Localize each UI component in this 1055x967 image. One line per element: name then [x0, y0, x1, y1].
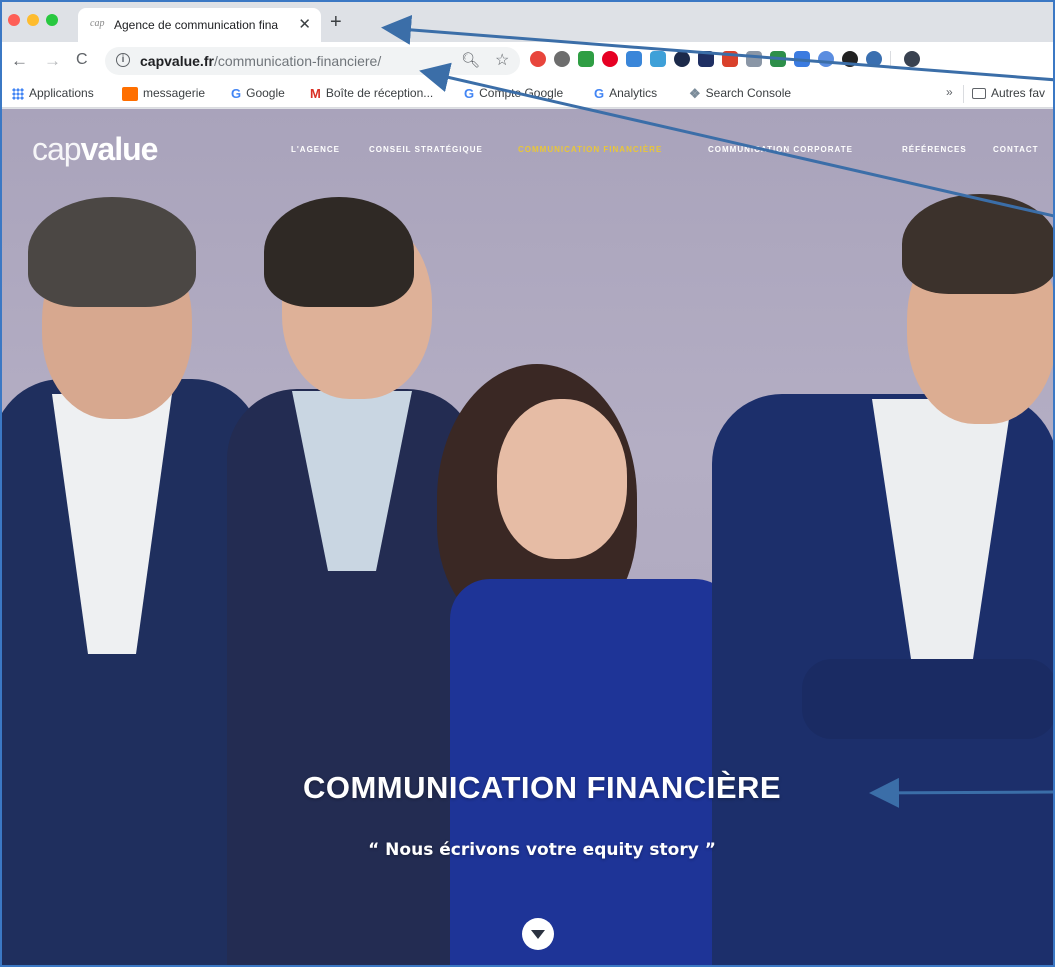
- navigation-bar: ← → C i capvalue.fr/communication-financ…: [2, 42, 1053, 80]
- bookmark-label: messagerie: [143, 86, 206, 100]
- forward-button[interactable]: →: [44, 51, 61, 71]
- bookmark-analytics[interactable]: G Analytics: [594, 86, 657, 101]
- url-path: /communication-financiere/: [213, 53, 382, 69]
- extension-icon[interactable]: [770, 51, 786, 67]
- google-icon: G: [231, 86, 242, 102]
- other-bookmarks-folder[interactable]: Autres fav: [972, 86, 1045, 100]
- bookmark-gmail[interactable]: M Boîte de réception...: [310, 86, 433, 101]
- nav-item-contact[interactable]: CONTACT: [993, 145, 1039, 154]
- bookmark-search-console[interactable]: ❖ Search Console: [689, 86, 791, 102]
- address-bar[interactable]: i capvalue.fr/communication-financiere/ …: [105, 47, 520, 75]
- nav-item-communication-corporate[interactable]: COMMUNICATION CORPORATE: [708, 145, 853, 154]
- tab-strip: cap Agence de communication fina ✕ +: [2, 2, 1053, 42]
- site-navigation: capvalue L'AGENCE CONSEIL STRATÉGIQUE CO…: [2, 109, 1053, 189]
- new-tab-button[interactable]: +: [330, 11, 342, 34]
- bookmark-label: Boîte de réception...: [325, 86, 434, 100]
- extension-icon[interactable]: [794, 51, 810, 67]
- extension-icon[interactable]: [866, 51, 882, 67]
- bookmarks-bar: Applications messagerie G Google M Boîte d…: [2, 80, 1053, 108]
- bookmark-label: Applications: [29, 86, 94, 100]
- nav-item-references[interactable]: RÉFÉRENCES: [902, 145, 967, 154]
- extension-icon[interactable]: [554, 51, 570, 67]
- bookmark-label: Search Console: [705, 86, 792, 101]
- bookmark-google[interactable]: G Google: [231, 86, 285, 101]
- google-icon: G: [594, 86, 605, 102]
- apps-grid-icon: [12, 87, 24, 100]
- nav-item-agence[interactable]: L'AGENCE: [291, 145, 340, 154]
- bookmark-messagerie[interactable]: messagerie: [122, 86, 205, 101]
- reload-button[interactable]: C: [76, 51, 88, 69]
- extension-icon[interactable]: [722, 51, 738, 67]
- browser-tab[interactable]: cap Agence de communication fina ✕: [78, 8, 321, 42]
- tab-favicon-icon: cap: [90, 18, 105, 29]
- extension-icon[interactable]: [530, 51, 546, 67]
- bookmark-label: Autres fav: [991, 86, 1046, 100]
- bookmark-compte-google[interactable]: G Compte Google: [464, 86, 563, 101]
- hero-quote: “ Nous écrivons votre equity story ”: [368, 840, 716, 860]
- hero-title: COMMUNICATION FINANCIÈRE: [302, 770, 782, 805]
- extension-icon[interactable]: [746, 51, 762, 67]
- extension-icon[interactable]: [650, 51, 666, 67]
- info-icon[interactable]: i: [116, 53, 130, 67]
- logo-text-light: cap: [32, 131, 82, 167]
- extension-icon[interactable]: [674, 51, 690, 67]
- bookmarks-separator: [963, 85, 964, 103]
- maximize-window-button[interactable]: [46, 14, 58, 26]
- url-text[interactable]: capvalue.fr/communication-financiere/: [140, 53, 381, 69]
- google-icon: G: [464, 86, 475, 102]
- browser-window: cap Agence de communication fina ✕ + ← →…: [0, 0, 1055, 967]
- extension-icon[interactable]: [578, 51, 594, 67]
- back-button[interactable]: ←: [11, 51, 28, 71]
- logo-text-bold: value: [80, 131, 159, 167]
- close-window-button[interactable]: [8, 14, 20, 26]
- extension-icon[interactable]: [818, 51, 834, 67]
- tab-title: Agence de communication fina: [114, 18, 279, 32]
- extension-icon[interactable]: [842, 51, 858, 67]
- extension-icon[interactable]: [602, 51, 618, 67]
- nav-item-communication-financiere[interactable]: COMMUNICATION FINANCIÈRE: [518, 145, 662, 154]
- extension-icon[interactable]: [698, 51, 714, 67]
- extension-icon[interactable]: [626, 51, 642, 67]
- more-bookmarks-chevron-icon[interactable]: »: [946, 85, 953, 99]
- url-host: capvalue.fr: [140, 53, 214, 69]
- website-page: capvalue L'AGENCE CONSEIL STRATÉGIQUE CO…: [2, 109, 1053, 965]
- site-logo[interactable]: capvalue: [32, 131, 159, 168]
- bookmark-label: Analytics: [609, 86, 658, 100]
- search-console-icon: ❖: [689, 86, 701, 101]
- gmail-icon: M: [310, 86, 321, 102]
- zoom-icon[interactable]: 🔍︎: [461, 51, 480, 69]
- profile-avatar[interactable]: [904, 51, 920, 67]
- bookmark-label: Compte Google: [479, 86, 564, 100]
- scroll-down-arrow-icon[interactable]: [522, 918, 554, 950]
- bookmark-star-icon[interactable]: ☆: [495, 50, 509, 70]
- folder-icon: [972, 88, 986, 100]
- tab-close-icon[interactable]: ✕: [298, 15, 311, 33]
- bookmark-label: Google: [246, 86, 285, 100]
- messagerie-icon: [122, 86, 138, 101]
- bookmark-apps[interactable]: Applications: [12, 86, 94, 100]
- nav-item-conseil-strategique[interactable]: CONSEIL STRATÉGIQUE: [369, 145, 483, 154]
- minimize-window-button[interactable]: [27, 14, 39, 26]
- toolbar-separator: [890, 51, 891, 67]
